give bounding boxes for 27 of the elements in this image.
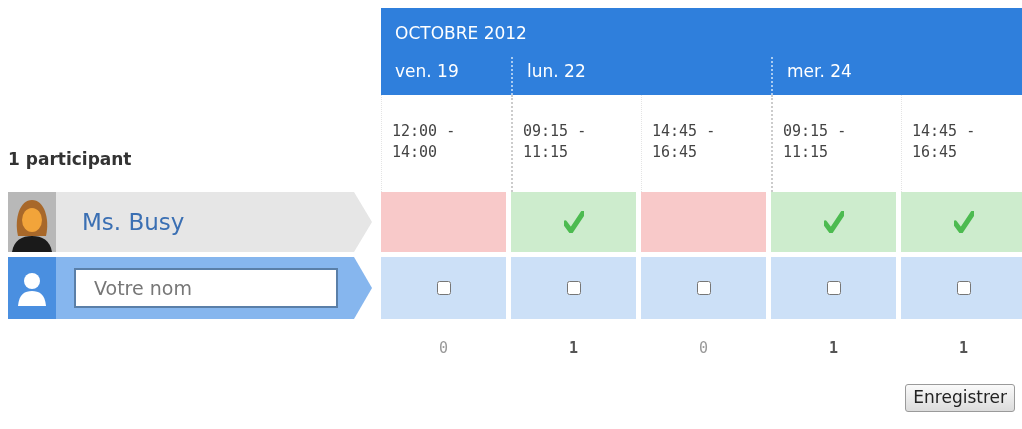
- time-slot: 12:00 - 14:00: [392, 121, 462, 163]
- vote-count: 1: [829, 338, 838, 359]
- checkbox[interactable]: [956, 281, 971, 295]
- person-silhouette-icon: [17, 270, 47, 306]
- day-label: lun. 22: [527, 60, 586, 81]
- vote-count: 1: [569, 338, 578, 359]
- vote-count: 0: [439, 338, 448, 359]
- name-input-field[interactable]: Votre nom: [74, 268, 338, 308]
- check-icon: [563, 211, 584, 233]
- save-button[interactable]: Enregistrer: [905, 383, 1015, 412]
- checkbox[interactable]: [826, 281, 841, 295]
- check-icon: [953, 211, 974, 233]
- check-icon: [823, 211, 844, 233]
- day-label: mer. 24: [787, 60, 852, 81]
- vote-count: 0: [699, 338, 708, 359]
- checkbox[interactable]: [696, 281, 711, 295]
- checkbox[interactable]: [566, 281, 581, 295]
- time-slot: 14:45 - 16:45: [912, 121, 982, 163]
- vote-count: 1: [959, 338, 968, 359]
- participant-count: 1 participant: [8, 147, 132, 171]
- day-label: ven. 19: [395, 60, 459, 81]
- time-slot: 09:15 - 11:15: [783, 121, 853, 163]
- participant-name: Ms. Busy: [82, 207, 185, 237]
- time-slot: 09:15 - 11:15: [523, 121, 593, 163]
- checkbox[interactable]: [436, 281, 451, 295]
- month-label: OCTOBRE 2012: [395, 23, 527, 43]
- time-slot: 14:45 - 16:45: [652, 121, 722, 163]
